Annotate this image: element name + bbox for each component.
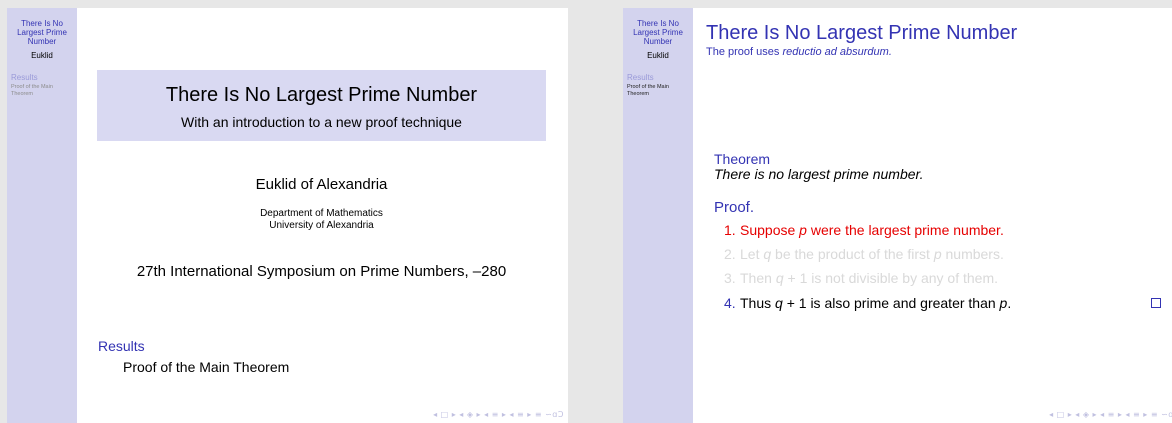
proof-step-text: Let q be the product of the first p numb…	[740, 246, 1004, 262]
author-name: Euklid of Alexandria	[255, 176, 388, 193]
presentation-subtitle: With an introduction to a new proof tech…	[181, 114, 462, 130]
frame-subtitle: The proof uses reductio ad absurdum.	[706, 46, 892, 58]
sidebar-section-results[interactable]: Results	[623, 73, 693, 82]
frame-title: There Is No Largest Prime Number	[706, 22, 1018, 44]
theorem-label: Theorem	[714, 151, 771, 167]
proof-step-number: 3.	[724, 270, 736, 286]
proof-step-text: Suppose p were the largest prime number.	[740, 222, 1004, 238]
conference: 27th International Symposium on Prime Nu…	[136, 263, 507, 280]
proof-step-number: 4.	[724, 295, 736, 311]
sidebar: There Is No Largest Prime Number Euklid …	[623, 8, 693, 423]
proof-step-number: 1.	[724, 222, 736, 238]
theorem-text: There is no largest prime number.	[714, 166, 924, 182]
frame-subtitle-prefix: The proof uses	[706, 46, 783, 58]
toc-subsection-proof[interactable]: Proof of the Main Theorem	[123, 359, 289, 375]
sidebar-author: Euklid	[31, 51, 53, 60]
sidebar: There Is No Largest Prime Number Euklid …	[7, 8, 77, 423]
institution: Department of Mathematics University of …	[97, 208, 546, 232]
sidebar-subsection-proof[interactable]: Proof of the Main Theorem	[623, 84, 687, 98]
proof-step-2: 2. Let q be the product of the first p nu…	[724, 246, 1004, 262]
sidebar-subsection-proof[interactable]: Proof of the Main Theorem	[7, 84, 71, 98]
navigation-symbols[interactable]: ◂ □ ▸ ◂ ◈ ▸ ◂ ≡ ▸ ◂ ≡ ▸ ≡ ∽ɑƆ	[433, 410, 564, 419]
frame-subtitle-emphasis: reductio ad absurdum.	[782, 46, 892, 58]
proof-step-text: Thus q + 1 is also prime and greater tha…	[740, 295, 1012, 311]
proof-step-3: 3. Then q + 1 is not divisible by any of …	[724, 270, 998, 286]
university: University of Alexandria	[269, 220, 374, 231]
slide-title-page: There Is No Largest Prime Number Euklid …	[7, 8, 568, 423]
slide-proof: There Is No Largest Prime Number Euklid …	[623, 8, 1172, 423]
department: Department of Mathematics	[260, 208, 383, 219]
title-box: There Is No Largest Prime Number With an…	[97, 70, 546, 141]
sidebar-title[interactable]: There Is No Largest Prime Number	[623, 19, 693, 46]
proof-step-text: Then q + 1 is not divisible by any of th…	[740, 270, 998, 286]
toc-section-results[interactable]: Results	[98, 338, 145, 354]
sidebar-author: Euklid	[647, 51, 669, 60]
proof-label: Proof.	[714, 199, 755, 216]
proof-step-1: 1. Suppose p were the largest prime numbe…	[724, 222, 1004, 238]
presentation-title: There Is No Largest Prime Number	[165, 84, 478, 106]
proof-step-number: 2.	[724, 246, 736, 262]
sidebar-section-results[interactable]: Results	[7, 73, 77, 82]
proof-step-4: 4. Thus q + 1 is also prime and greater t…	[724, 295, 1011, 311]
sidebar-title[interactable]: There Is No Largest Prime Number	[7, 19, 77, 46]
qed-square-icon	[1151, 298, 1161, 308]
navigation-symbols[interactable]: ◂ □ ▸ ◂ ◈ ▸ ◂ ≡ ▸ ◂ ≡ ▸ ≡ ∽ɑƆ	[1049, 410, 1172, 419]
